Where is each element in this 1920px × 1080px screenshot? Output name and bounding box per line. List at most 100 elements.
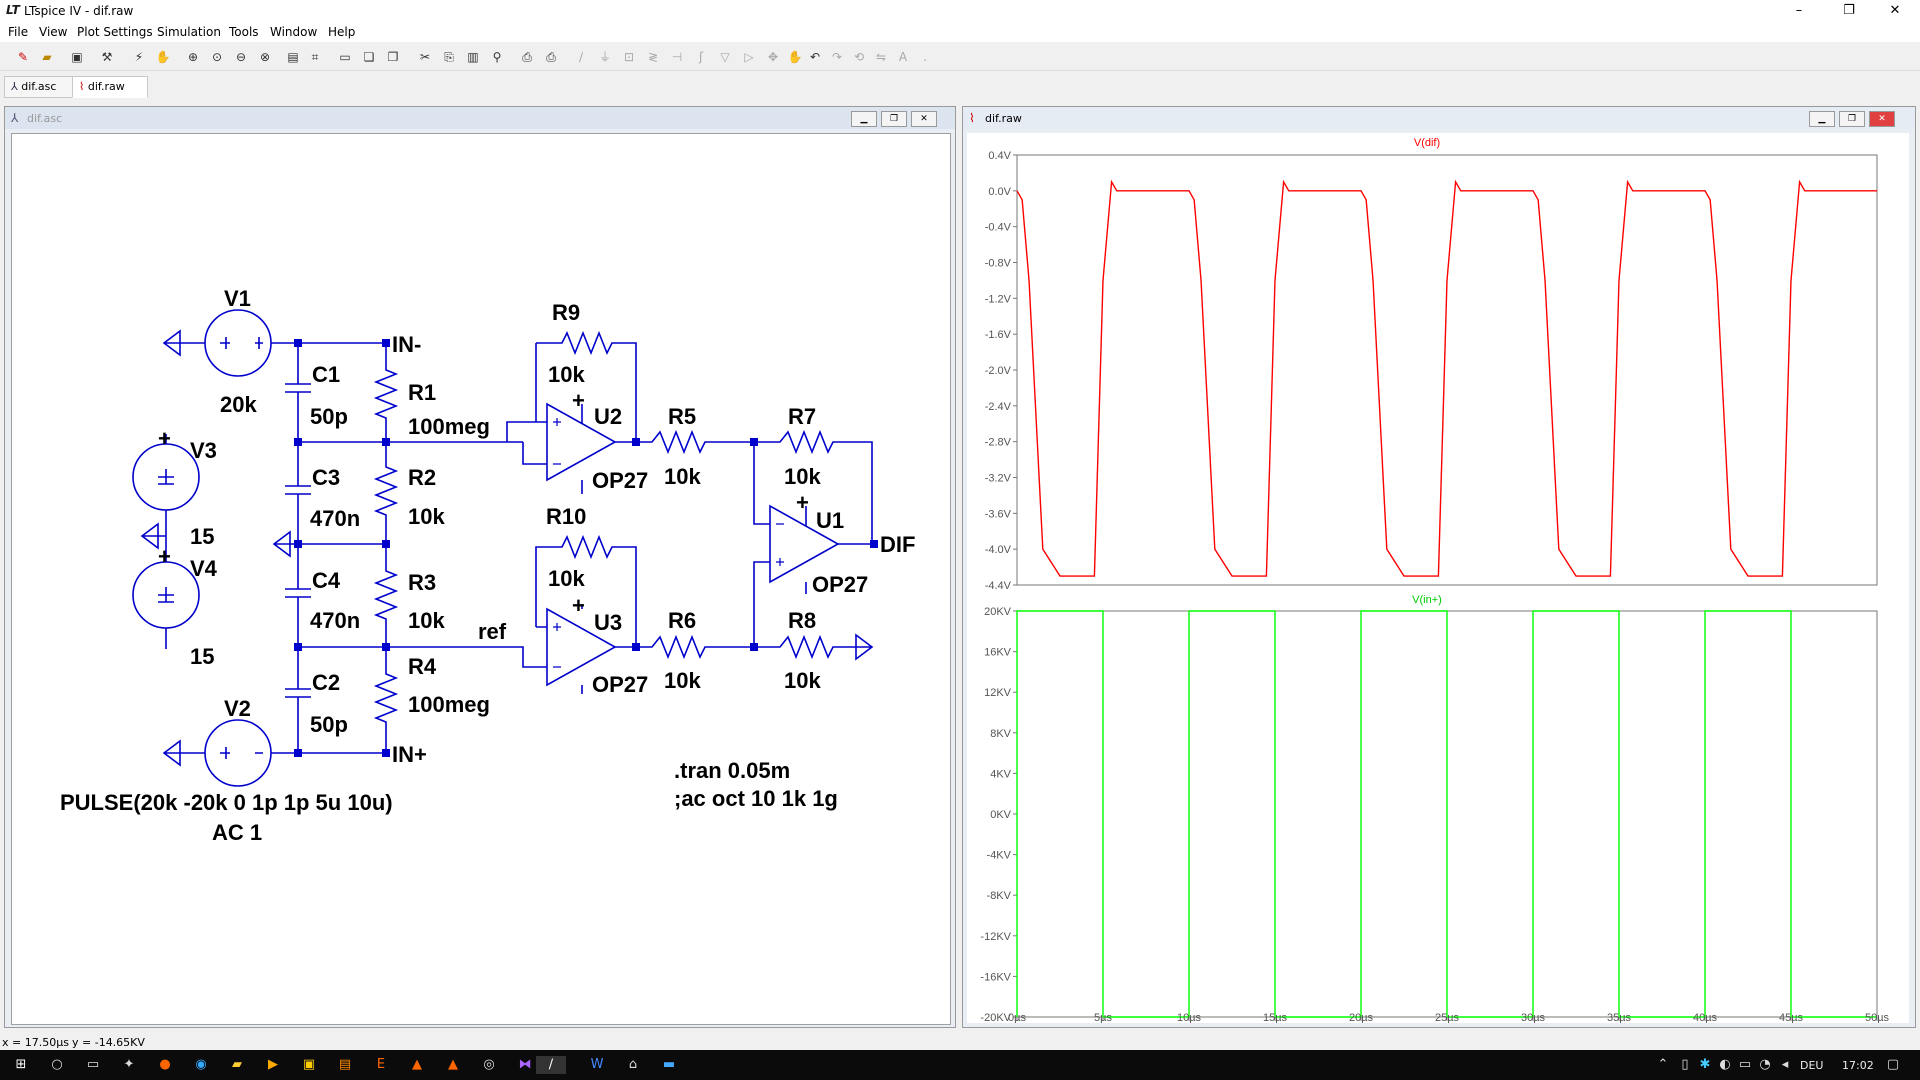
- zoom-in-icon[interactable]: ⊕: [184, 48, 202, 66]
- ytick-label: -16KV: [980, 971, 1011, 983]
- copy-icon[interactable]: ⎘: [440, 48, 458, 66]
- control-panel-icon[interactable]: ⚒: [98, 48, 116, 66]
- xtick-label: 45µs: [1779, 1012, 1804, 1023]
- app-icon-6[interactable]: ⌂: [624, 1056, 642, 1074]
- print-icon[interactable]: ⎙: [542, 48, 560, 66]
- pane2-title: V(in+): [1412, 594, 1442, 606]
- ltspice-taskbar-icon[interactable]: ∕: [536, 1056, 566, 1074]
- app-icon-4[interactable]: E: [372, 1056, 390, 1074]
- label-u2: U2: [594, 404, 622, 429]
- move-icon[interactable]: ✥: [764, 48, 782, 66]
- cascade-icon[interactable]: ❏: [360, 48, 378, 66]
- media-player-icon[interactable]: ▶: [264, 1056, 282, 1074]
- tile-vertical-icon[interactable]: ❐: [384, 48, 402, 66]
- tray-icon-2[interactable]: ✱: [1696, 1056, 1714, 1074]
- xtick-label: 0µs: [1008, 1012, 1026, 1023]
- schematic-close-button[interactable]: ✕: [911, 111, 937, 127]
- capacitor-icon[interactable]: ⊣: [668, 48, 686, 66]
- close-button[interactable]: ✕: [1872, 0, 1918, 22]
- notifications-icon[interactable]: ▢: [1884, 1056, 1902, 1074]
- menu-simulation[interactable]: Simulation: [157, 25, 221, 39]
- app-icon-2[interactable]: ▣: [300, 1056, 318, 1074]
- tray-language[interactable]: DEU: [1800, 1059, 1823, 1072]
- task-view-icon[interactable]: ▭: [84, 1056, 102, 1074]
- open-folder-icon[interactable]: ▰: [38, 48, 56, 66]
- battery-icon[interactable]: ▭: [1736, 1056, 1754, 1074]
- paste-icon[interactable]: ▥: [464, 48, 482, 66]
- diode-icon[interactable]: ▽: [716, 48, 734, 66]
- resistor-icon[interactable]: ≷: [644, 48, 662, 66]
- browser-icon[interactable]: ◉: [192, 1056, 210, 1074]
- print-setup-icon[interactable]: ⎙: [518, 48, 536, 66]
- new-schematic-icon[interactable]: ✎: [14, 48, 32, 66]
- plot-area[interactable]: V(dif) V(in+) 0.4V 0.0V -0.4V -0.8V -1.2V -1.…: [967, 133, 1909, 1024]
- tray-overflow-icon[interactable]: ⌃: [1654, 1056, 1672, 1074]
- label-u2-value: OP27: [592, 468, 648, 493]
- cut-icon[interactable]: ✂: [416, 48, 434, 66]
- zoom-pan-icon[interactable]: ⊙: [208, 48, 226, 66]
- plot-close-button[interactable]: ✕: [1869, 111, 1895, 127]
- label-r5: R5: [668, 404, 696, 429]
- component-icon[interactable]: ▷: [740, 48, 758, 66]
- word-icon[interactable]: W: [588, 1056, 606, 1074]
- tray-clock[interactable]: 17:02: [1842, 1059, 1874, 1072]
- menu-plot-settings[interactable]: Plot Settings: [77, 25, 153, 39]
- label-v2-ac: AC 1: [212, 820, 262, 845]
- ytick-label: -4.4V: [985, 580, 1012, 592]
- minimize-button[interactable]: –: [1776, 0, 1822, 22]
- ground-icon[interactable]: ⏚: [596, 48, 614, 66]
- visual-studio-icon[interactable]: ⧓: [516, 1056, 534, 1074]
- network-icon[interactable]: ◔: [1756, 1056, 1774, 1074]
- app-icon-7[interactable]: ▬: [660, 1056, 678, 1074]
- tab-dif-raw[interactable]: ⌇ dif.raw: [72, 76, 148, 98]
- plot-minimize-button[interactable]: ▁: [1809, 111, 1835, 127]
- u3-supply-plus: +: [572, 593, 585, 618]
- menu-view[interactable]: View: [39, 25, 67, 39]
- undo-icon[interactable]: ↶: [806, 48, 824, 66]
- schematic-canvas[interactable]: V1 20k V2 PULSE(20k -20k 0 1p 1p 5u 10u)…: [11, 133, 951, 1025]
- tab-dif-asc[interactable]: ⅄ dif.asc: [4, 76, 78, 98]
- menu-help[interactable]: Help: [328, 25, 355, 39]
- firefox-icon[interactable]: ●: [156, 1056, 174, 1074]
- tile-horizontal-icon[interactable]: ▭: [336, 48, 354, 66]
- spice-directive-icon[interactable]: .: [916, 48, 934, 66]
- app-icon-5[interactable]: ◎: [480, 1056, 498, 1074]
- toolbar: ✎ ▰ ▣ ⚒ ⚡ ✋ ⊕ ⊙ ⊖ ⊗ ▤ ⌗ ▭ ❏ ❐ ✂ ⎘ ▥ ⚲ ⎙ …: [0, 44, 1920, 71]
- maximize-button[interactable]: ❐: [1826, 0, 1872, 22]
- rotate-icon[interactable]: ⟲: [850, 48, 868, 66]
- matlab-icon-1[interactable]: ▲: [408, 1056, 426, 1074]
- inductor-icon[interactable]: ʃ: [692, 48, 710, 66]
- file-explorer-icon[interactable]: ▰: [228, 1056, 246, 1074]
- windows-start-icon[interactable]: ⊞: [12, 1056, 30, 1074]
- menu-tools[interactable]: Tools: [229, 25, 259, 39]
- mirror-icon[interactable]: ⇋: [872, 48, 890, 66]
- label-net-icon[interactable]: ⊡: [620, 48, 638, 66]
- save-icon[interactable]: ▣: [68, 48, 86, 66]
- schematic-restore-button[interactable]: ❐: [881, 111, 907, 127]
- search-icon[interactable]: ○: [48, 1056, 66, 1074]
- zoom-fit-icon[interactable]: ⊗: [256, 48, 274, 66]
- cursor-icon[interactable]: ⌗: [306, 48, 324, 66]
- zoom-out-icon[interactable]: ⊖: [232, 48, 250, 66]
- wire-icon[interactable]: ∕: [572, 48, 590, 66]
- label-u3: U3: [594, 610, 622, 635]
- find-icon[interactable]: ⚲: [488, 48, 506, 66]
- xtick-label: 15µs: [1263, 1012, 1288, 1023]
- autorange-icon[interactable]: ▤: [284, 48, 302, 66]
- run-icon[interactable]: ⚡: [130, 48, 148, 66]
- app-icon-1[interactable]: ✦: [120, 1056, 138, 1074]
- matlab-icon-2[interactable]: ▲: [444, 1056, 462, 1074]
- tray-icon-1[interactable]: ▯: [1676, 1056, 1694, 1074]
- plot-restore-button[interactable]: ❐: [1839, 111, 1865, 127]
- tray-icon-3[interactable]: ◐: [1716, 1056, 1734, 1074]
- label-r2-value: 10k: [408, 504, 445, 529]
- menu-window[interactable]: Window: [270, 25, 317, 39]
- text-icon[interactable]: A: [894, 48, 912, 66]
- drag-icon[interactable]: ✋: [786, 48, 804, 66]
- halt-icon[interactable]: ✋: [154, 48, 172, 66]
- schematic-minimize-button[interactable]: ▁: [851, 111, 877, 127]
- volume-icon[interactable]: ◂: [1776, 1056, 1794, 1074]
- redo-icon[interactable]: ↷: [828, 48, 846, 66]
- app-icon-3[interactable]: ▤: [336, 1056, 354, 1074]
- menu-file[interactable]: File: [8, 25, 28, 39]
